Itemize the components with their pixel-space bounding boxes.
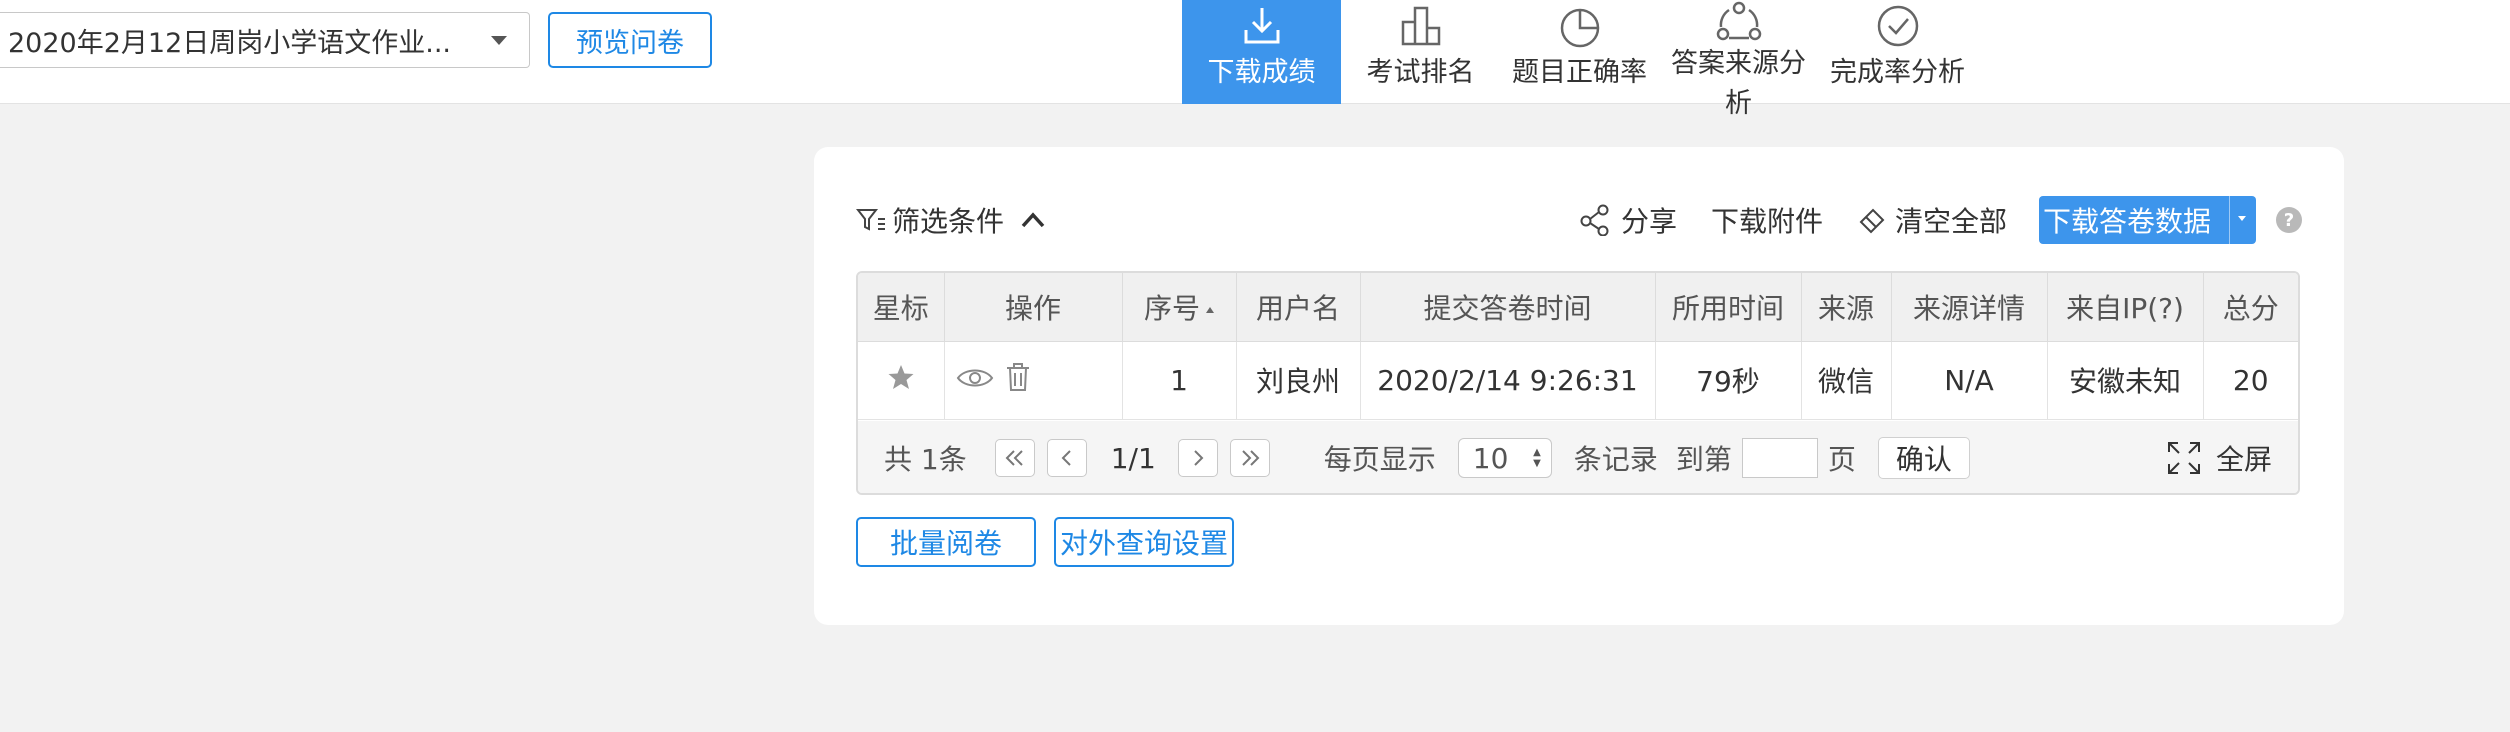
goto-page-input[interactable] [1741, 438, 1818, 478]
results-toolbar: 筛选条件 分享 下载附件 清空全部 下载答卷数据 ? [856, 195, 2302, 245]
caret-down-icon[interactable] [2238, 216, 2246, 221]
download-answer-data-button[interactable]: 下载答卷数据 [2039, 196, 2256, 244]
batch-review-button[interactable]: 批量阅卷 [856, 517, 1036, 567]
share-nodes-icon [1715, 0, 1763, 44]
page-size-select[interactable]: 10 ▲ ▼ [1457, 438, 1552, 478]
table-row: 1 刘良州 2020/2/14 9:26:31 79秒 微信 N/A 安徽未知 … [858, 341, 2298, 420]
last-page-button[interactable] [1229, 439, 1270, 477]
tab-answer-source[interactable]: 答案来源分析 [1659, 0, 1818, 119]
eraser-icon [1859, 208, 1885, 234]
col-header-star: 星标 [858, 273, 945, 342]
stepper-arrows-icon: ▲ ▼ [1533, 447, 1541, 469]
seq-cell: 1 [1122, 341, 1237, 420]
star-cell [858, 341, 945, 420]
download-icon [1242, 0, 1282, 52]
goto-label: 到第 [1675, 443, 1732, 476]
tab-exam-ranking[interactable]: 考试排名 [1341, 0, 1500, 104]
records-label: 条记录 [1573, 443, 1658, 476]
confirm-goto-button[interactable]: 确认 [1877, 437, 1970, 479]
chevron-down-icon [491, 35, 507, 45]
tab-label: 题目正确率 [1512, 57, 1647, 88]
analysis-tabs: 下载成绩 考试排名 题目正确率 答案来源分析 完成率分析 [1182, 0, 1977, 119]
sort-asc-icon [1206, 306, 1214, 313]
chevron-left-icon [1061, 450, 1071, 466]
toolbar-actions: 分享 下载附件 清空全部 下载答卷数据 ? [1545, 196, 2302, 244]
tab-completion-rate[interactable]: 完成率分析 [1818, 0, 1977, 104]
share-label: 分享 [1620, 205, 1677, 238]
survey-select[interactable]: 2020年2月12日周岗小学语文作业... [0, 12, 530, 68]
preview-survey-button[interactable]: 预览问卷 [548, 12, 712, 68]
col-header-source-detail: 来源详情 [1891, 273, 2048, 342]
download-attachments-button[interactable]: 下载附件 [1711, 200, 1823, 240]
responses-table: 星标 操作 序号 用户名 提交答卷时间 所用时间 来源 来源详情 来自IP(?)… [856, 271, 2300, 495]
col-header-duration: 所用时间 [1655, 273, 1802, 342]
score-cell: 20 [2203, 341, 2298, 420]
results-card: 筛选条件 分享 下载附件 清空全部 下载答卷数据 ? 星标 操作 序号 用户名 … [814, 147, 2344, 625]
check-circle-icon [1876, 0, 1920, 52]
eye-icon[interactable] [955, 363, 995, 393]
star-icon[interactable] [886, 362, 916, 392]
submit-time-cell: 2020/2/14 9:26:31 [1360, 341, 1656, 420]
chevron-up-icon [1021, 212, 1045, 228]
duration-cell: 79秒 [1655, 341, 1802, 420]
tab-download-scores[interactable]: 下载成绩 [1182, 0, 1341, 104]
tab-label: 下载成绩 [1207, 57, 1316, 88]
username-cell: 刘良州 [1236, 341, 1361, 420]
col-header-actions: 操作 [944, 273, 1123, 342]
per-page-label: 每页显示 [1323, 443, 1436, 476]
filter-icon [856, 209, 885, 231]
col-header-username: 用户名 [1236, 273, 1361, 342]
page-label: 页 [1827, 443, 1856, 476]
actions-cell [944, 341, 1123, 420]
page-info: 1/1 [1110, 441, 1156, 475]
pie-chart-icon [1558, 0, 1602, 52]
fullscreen-label: 全屏 [2215, 443, 2272, 476]
bottom-actions: 批量阅卷 对外查询设置 [856, 517, 1234, 567]
double-chevron-right-icon [1242, 450, 1260, 466]
col-header-submit-time: 提交答卷时间 [1360, 273, 1656, 342]
share-button[interactable]: 分享 [1579, 200, 1677, 240]
prev-page-button[interactable] [1046, 439, 1087, 477]
tab-label: 答案来源分析 [1671, 48, 1806, 119]
clear-all-button[interactable]: 清空全部 [1857, 200, 2007, 240]
survey-select-value: 2020年2月12日周岗小学语文作业... [8, 27, 451, 59]
page-size-value: 10 [1472, 441, 1509, 475]
double-chevron-left-icon [1005, 450, 1023, 466]
fullscreen-button[interactable]: 全屏 [2166, 438, 2272, 478]
filter-toggle[interactable]: 筛选条件 [856, 200, 1046, 240]
share-icon [1580, 204, 1609, 236]
first-page-button[interactable] [994, 439, 1035, 477]
chevron-right-icon [1194, 450, 1204, 466]
col-header-score: 总分 [2203, 273, 2298, 342]
col-header-ip[interactable]: 来自IP(?) [2047, 273, 2204, 342]
top-bar: 2020年2月12日周岗小学语文作业... 预览问卷 下载成绩 考试排名 题目正… [0, 0, 2510, 119]
filter-label: 筛选条件 [892, 205, 1005, 238]
source-cell: 微信 [1801, 341, 1892, 420]
download-attachments-label: 下载附件 [1710, 205, 1823, 238]
table-header-row: 星标 操作 序号 用户名 提交答卷时间 所用时间 来源 来源详情 来自IP(?)… [858, 273, 2298, 342]
total-count: 共 1条 [884, 443, 967, 476]
trash-icon[interactable] [1003, 361, 1033, 393]
next-page-button[interactable] [1177, 439, 1218, 477]
col-header-seq[interactable]: 序号 [1122, 273, 1237, 342]
clear-all-label: 清空全部 [1894, 205, 2007, 238]
ranking-icon [1399, 0, 1443, 52]
external-query-settings-button[interactable]: 对外查询设置 [1054, 517, 1234, 567]
tab-question-accuracy[interactable]: 题目正确率 [1500, 0, 1659, 104]
source-detail-cell: N/A [1891, 341, 2048, 420]
ip-cell: 安徽未知 [2047, 341, 2204, 420]
pagination: 共 1条 1/1 每页显示 10 ▲ ▼ 条记录 到第 页 确认 全屏 [858, 421, 2298, 493]
expand-icon [2167, 442, 2200, 474]
help-icon[interactable]: ? [2276, 207, 2302, 233]
split-divider [2229, 196, 2230, 244]
col-header-seq-label: 序号 [1143, 291, 1200, 325]
tab-label: 考试排名 [1366, 57, 1475, 88]
col-header-source: 来源 [1801, 273, 1892, 342]
download-answer-data-label: 下载答卷数据 [2043, 205, 2212, 238]
tab-label: 完成率分析 [1830, 57, 1965, 88]
